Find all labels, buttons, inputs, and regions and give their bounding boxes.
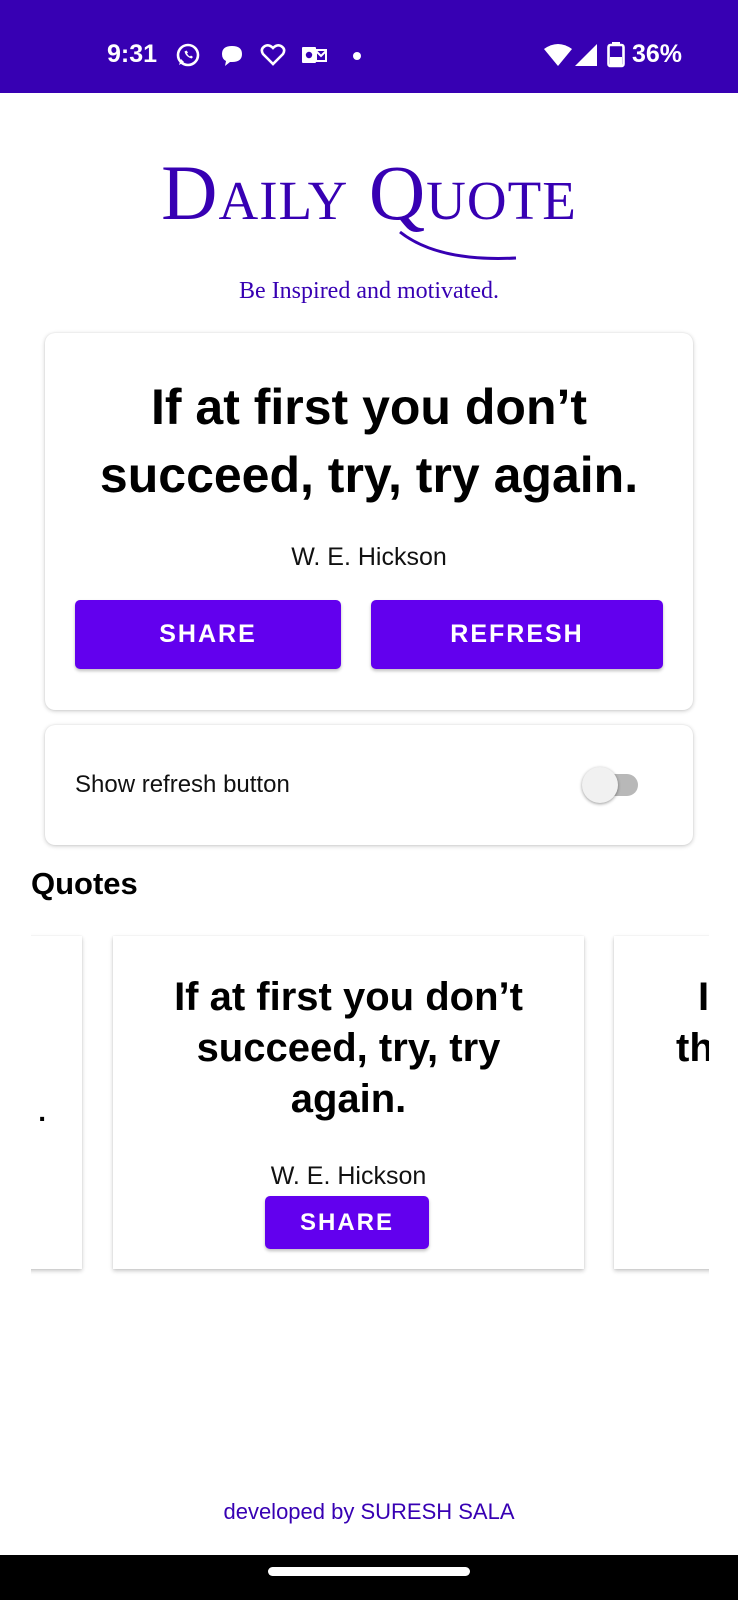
- switch-thumb: [582, 767, 618, 803]
- battery-percentage: 36%: [632, 40, 683, 68]
- quote-card-next[interactable]: I th: [614, 936, 709, 1269]
- share-button[interactable]: SHARE: [75, 600, 341, 669]
- quote-text-fragment: I th: [676, 972, 709, 1074]
- title-swash-decoration: [399, 230, 517, 260]
- quote-text: If at first you don’t succeed, try, try …: [174, 975, 523, 1121]
- quote-card-current: If at first you don’t succeed, try, try …: [113, 936, 584, 1269]
- refresh-toggle-card: Show refresh button: [45, 725, 693, 845]
- refresh-toggle-switch[interactable]: [582, 767, 642, 803]
- quote-author: W. E. Hickson: [270, 1162, 427, 1190]
- app-title: Daily Quote: [161, 149, 577, 236]
- card-share-button[interactable]: SHARE: [265, 1196, 429, 1249]
- refresh-button[interactable]: REFRESH: [371, 600, 663, 669]
- quote-of-the-day-card: If at first you don’t succeed, try, try …: [45, 333, 693, 710]
- app-subtitle: Be Inspired and motivated.: [239, 278, 499, 304]
- quotes-section-title: Quotes: [31, 866, 138, 901]
- status-bar: 9:31 36%: [0, 0, 738, 93]
- quote-fragment-line-1: I: [698, 975, 709, 1019]
- refresh-toggle-label: Show refresh button: [75, 771, 290, 798]
- signal-icon: [575, 44, 597, 66]
- quote-card-previous[interactable]: .: [31, 936, 82, 1269]
- status-time: 9:31: [107, 40, 158, 68]
- heart-icon: [260, 44, 286, 66]
- quote-author: W. E. Hickson: [291, 543, 447, 571]
- quotes-carousel[interactable]: . If at first you don’t succeed, try, tr…: [31, 930, 709, 1280]
- quote-text-fragment: .: [38, 1096, 46, 1127]
- outlook-icon: [302, 47, 327, 63]
- whatsapp-icon: [176, 43, 200, 67]
- developer-credit: developed by SURESH SALA: [223, 1499, 515, 1524]
- chat-bubble-icon: [222, 46, 242, 66]
- battery-icon: [607, 42, 625, 68]
- quote-text: If at first you don’t succeed, try, try …: [99, 379, 639, 503]
- navigation-bar: [0, 1555, 738, 1600]
- notification-dot-icon: [353, 52, 361, 60]
- wifi-icon: [544, 44, 572, 66]
- quote-fragment-line-2: th: [676, 1026, 709, 1070]
- home-gesture-handle[interactable]: [268, 1567, 470, 1576]
